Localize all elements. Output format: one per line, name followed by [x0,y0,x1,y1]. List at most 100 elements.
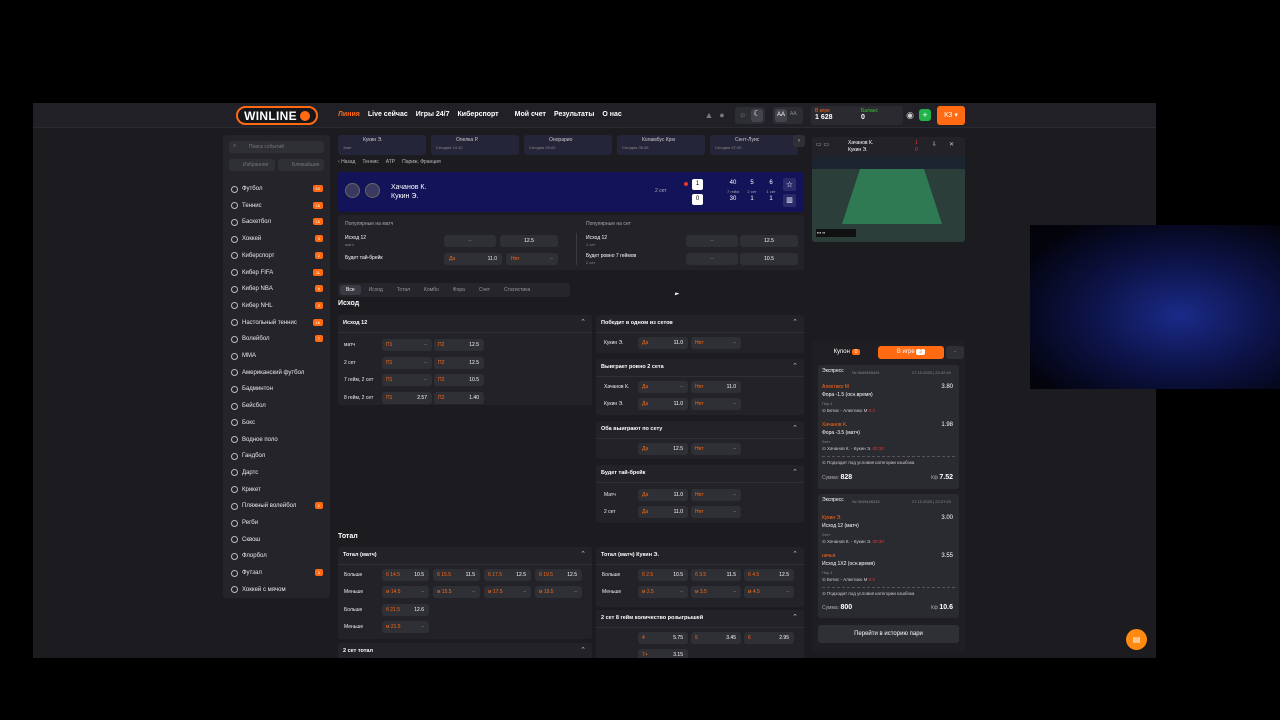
odd-button[interactable]: м 3.5 – [691,586,741,598]
winline-logo[interactable]: WINLINE [236,106,318,125]
strip-next-icon[interactable]: › [793,135,805,147]
pin-icon[interactable]: ⇩ [932,141,937,148]
odd-button[interactable]: б 14.5 10.5 [382,569,429,581]
odd-button[interactable]: 7+ 3.15 [638,649,688,658]
sidebar-item[interactable]: Кибер NHL 2 [231,299,323,313]
odd-button[interactable]: б 17.5 12.5 [484,569,531,581]
odd-button[interactable]: П1 – [382,374,432,386]
apple-icon[interactable]: ● [716,109,728,121]
strip-event[interactable]: Коламбус Крю Сегодня 05:45 [617,135,705,155]
stats-icon[interactable]: ▥ [783,194,796,207]
strip-event[interactable]: Онорарио Сегодня 09:00 [524,135,612,155]
odd-button[interactable]: м 4.5 – [744,586,794,598]
odd-button[interactable]: б 19.5 12.5 [535,569,582,581]
odd-button[interactable]: м 21.5 – [382,621,429,633]
odd-button[interactable]: м 19.5 – [535,586,582,598]
android-icon[interactable]: ▲ [703,109,715,121]
odd-button[interactable]: П2 1.40 [434,391,484,404]
odd-button[interactable]: П1 – [382,339,432,351]
chevron-up-icon[interactable]: ⌃ [792,468,798,476]
odd-button[interactable]: Да 11.0 [638,337,688,349]
odd-button[interactable]: м 15.5 – [433,586,480,598]
sidebar-item[interactable]: Бадминтон [231,382,323,396]
sidebar-item[interactable]: Хоккей 3 [231,232,323,246]
sport-search-input[interactable]: Поиск событий [229,141,324,153]
video-frame[interactable]: ▪▪▪ ▪▪ [812,157,965,242]
sidebar-item[interactable]: Теннис 18 [231,199,323,213]
odd-button[interactable]: Нет – [691,398,741,410]
history-button[interactable]: Перейти в историю пари [818,625,959,643]
chevron-up-icon[interactable]: ⌃ [580,550,586,558]
odd-button[interactable]: б 4.5 12.5 [744,569,794,581]
favorite-star-icon[interactable]: ☆ [783,178,796,191]
odd-button[interactable]: П2 10.5 [434,374,484,386]
nav-games[interactable]: Игры 24/7 [416,111,450,118]
sidebar-item[interactable]: Пляжный волейбол 1 [231,499,323,513]
odd-button[interactable]: – [686,235,738,247]
chevron-up-icon[interactable]: ⌃ [792,550,798,558]
sidebar-item[interactable]: Флорбол [231,549,323,563]
odd-button[interactable]: Нет – [691,443,741,455]
odd-button[interactable]: П1 2.57 [382,391,432,404]
market-tab[interactable]: Все [340,285,361,295]
odd-button[interactable]: Нет – [691,489,741,501]
ingame-balance[interactable]: В игре 1 628 [811,106,859,125]
tab-ingame[interactable]: В игре 2 [878,346,944,359]
sidebar-item[interactable]: Американский футбол [231,366,323,380]
sidebar-item[interactable]: Баскетбол 15 [231,215,323,229]
sidebar-item[interactable]: Бокс [231,416,323,430]
odd-button[interactable]: б 21.5 12.6 [382,604,429,616]
odd-button[interactable]: м 2.5 – [638,586,688,598]
odd-button[interactable]: б 3.5 11.5 [691,569,741,581]
odd-button[interactable]: П2 12.5 [434,356,484,369]
chevron-up-icon[interactable]: ⌃ [792,362,798,370]
nav-esports[interactable]: Киберспорт [458,111,499,118]
odd-button[interactable]: Да 11.0 [444,253,502,265]
chat-icon[interactable]: ▤ [1126,629,1147,650]
odd-button[interactable]: П2 12.5 [434,339,484,351]
bet-card-2[interactable]: Экспресс № 3649448243 27.10.2025 | 22:27… [818,494,959,618]
odd-button[interactable]: 6 2.95 [744,632,794,644]
nav-live[interactable]: Live сейчас [368,111,408,118]
odd-button[interactable]: Да 11.0 [638,506,688,518]
odd-button[interactable]: Нет – [691,337,741,349]
odd-button[interactable]: П1 – [382,356,432,369]
chevron-up-icon[interactable]: ⌃ [792,613,798,621]
more-icon[interactable]: · [946,346,964,359]
back-link[interactable]: ‹ Назад [338,159,355,165]
odd-button[interactable]: Да 12.5 [638,443,688,455]
crumb-paris[interactable]: Париж, Франция [402,159,441,165]
nav-my-account[interactable]: Мой счет [515,111,546,118]
nearest-button[interactable]: Ближайшие [278,159,324,171]
nav-about[interactable]: О нас [602,111,621,118]
sidebar-item[interactable]: Бейсбол [231,399,323,413]
odd-button[interactable]: м 17.5 – [484,586,531,598]
strip-event[interactable]: Кукин Э. Завт [338,135,426,155]
favorites-button[interactable]: Избранное [229,159,275,171]
odd-button[interactable]: 10.5 [740,253,798,265]
sidebar-item[interactable]: Гандбол [231,449,323,463]
profile-button[interactable]: КЗ ▾ [937,106,965,125]
sidebar-item[interactable]: Волейбол 7 [231,332,323,346]
odd-button[interactable]: 4 5.75 [638,632,688,644]
odd-button[interactable]: Нет 11.0 [691,381,741,393]
sidebar-item[interactable]: ММА [231,349,323,363]
market-tab[interactable]: Тотал [391,285,416,295]
chevron-up-icon[interactable]: ⌃ [792,318,798,326]
market-tab[interactable]: Фора [447,285,471,295]
eye-icon[interactable]: ◉ [904,109,916,121]
odd-button[interactable]: 12.5 [500,235,558,247]
balance[interactable]: Баланс 0 [857,106,903,125]
market-tab[interactable]: Счет [473,285,496,295]
sidebar-item[interactable]: Сквош [231,533,323,547]
bet-card-1[interactable]: Экспресс № 3649455491 27.10.2025 | 22:42… [818,365,959,489]
strip-event[interactable]: Опелка Р. Сегодня 14:10 [431,135,519,155]
sidebar-item[interactable]: Дартс [231,466,323,480]
odd-button[interactable]: Да 11.0 [638,398,688,410]
sidebar-item[interactable]: Хоккей с мячом [231,583,323,597]
crumb-tennis[interactable]: Теннис [362,159,378,165]
market-tab[interactable]: Исход [363,285,389,295]
odd-button[interactable]: 12.5 [740,235,798,247]
odd-button[interactable]: Нет – [506,253,558,265]
sidebar-item[interactable]: Киберспорт 2 [231,249,323,263]
